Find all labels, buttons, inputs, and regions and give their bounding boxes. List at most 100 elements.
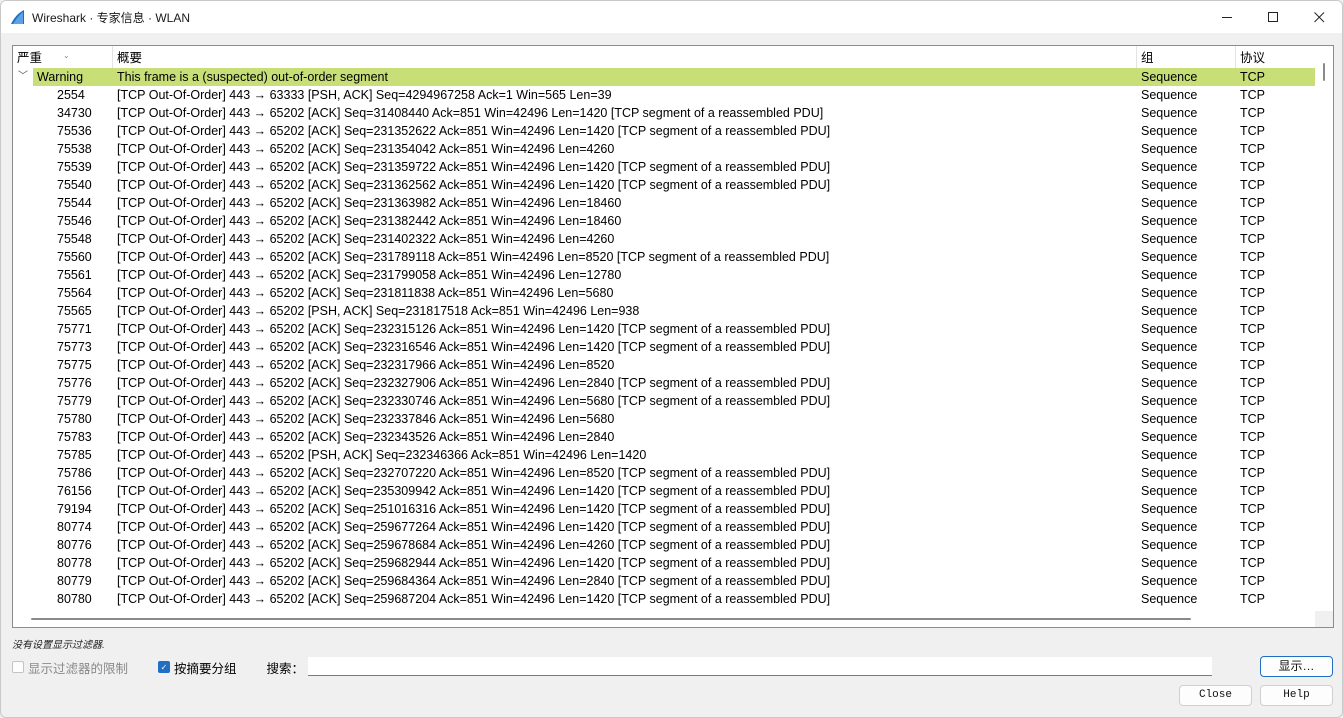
protocol-cell: TCP [1240, 286, 1265, 300]
table-row[interactable]: 75546 [TCP Out-Of-Order] 443 → 65202 [ACK… [13, 212, 1316, 230]
table-row[interactable]: 80780 [TCP Out-Of-Order] 443 → 65202 [ACK… [13, 590, 1316, 608]
table-row[interactable]: 75780 [TCP Out-Of-Order] 443 → 65202 [ACK… [13, 410, 1316, 428]
frame-number: 75539 [57, 160, 92, 174]
column-header-label: 概要 [117, 51, 143, 65]
horizontal-scrollbar-thumb[interactable] [31, 618, 1191, 620]
column-header-protocol[interactable]: 协议 [1236, 46, 1316, 68]
protocol-cell: TCP [1240, 142, 1265, 156]
frame-number-cell: 75564 [13, 284, 113, 302]
table-row[interactable]: 76156 [TCP Out-Of-Order] 443 → 65202 [ACK… [13, 482, 1316, 500]
summary-cell: [TCP Out-Of-Order] 443 → 65202 [ACK] Seq… [117, 502, 831, 516]
checkmark-icon[interactable]: ✓ [158, 661, 171, 673]
table-row[interactable]: 80778 [TCP Out-Of-Order] 443 → 65202 [ACK… [13, 554, 1316, 572]
close-button[interactable]: Close [1179, 685, 1252, 706]
close-window-button[interactable] [1296, 1, 1342, 33]
close-icon [1313, 11, 1324, 22]
protocol-cell: TCP [1240, 340, 1265, 354]
group-cell: Sequence [1141, 106, 1198, 120]
frame-number-cell: 75548 [13, 230, 113, 248]
group-cell: Sequence [1141, 502, 1198, 516]
filter-status-text: 没有设置显示过滤器. [12, 640, 105, 651]
frame-number: 75561 [57, 268, 92, 282]
table-row[interactable]: 75536 [TCP Out-Of-Order] 443 → 65202 [ACK… [13, 122, 1316, 140]
horizontal-scrollbar[interactable] [13, 611, 1316, 627]
table-row[interactable]: 75776 [TCP Out-Of-Order] 443 → 65202 [ACK… [13, 374, 1316, 392]
table-row[interactable]: 75786 [TCP Out-Of-Order] 443 → 65202 [ACK… [13, 464, 1316, 482]
frame-number: 75546 [57, 214, 92, 228]
table-row[interactable]: 34730 [TCP Out-Of-Order] 443 → 65202 [ACK… [13, 104, 1316, 122]
column-header-summary[interactable]: 概要 [113, 46, 1137, 68]
search-input[interactable] [308, 657, 1212, 676]
group-cell: Sequence [1141, 484, 1198, 498]
protocol-cell: TCP [1240, 124, 1265, 138]
summary-cell: [TCP Out-Of-Order] 443 → 65202 [ACK] Seq… [117, 520, 831, 534]
table-row[interactable]: 2554 [TCP Out-Of-Order] 443 → 63333 [PSH,… [13, 86, 1316, 104]
summary-cell: [TCP Out-Of-Order] 443 → 65202 [ACK] Seq… [117, 430, 615, 444]
table-row[interactable]: 75771 [TCP Out-Of-Order] 443 → 65202 [ACK… [13, 320, 1316, 338]
frame-number: 75544 [57, 196, 92, 210]
summary-cell: [TCP Out-Of-Order] 443 → 65202 [ACK] Seq… [117, 268, 622, 282]
show-button[interactable]: 显示… [1260, 656, 1333, 677]
summary-cell: [TCP Out-Of-Order] 443 → 65202 [ACK] Seq… [117, 106, 824, 120]
vertical-scrollbar[interactable] [1315, 46, 1333, 613]
protocol-cell: TCP [1240, 394, 1265, 408]
frame-number: 75771 [57, 322, 92, 336]
protocol-cell: TCP [1240, 502, 1265, 516]
column-header-group[interactable]: 组 [1137, 46, 1236, 68]
table-row[interactable]: 75564 [TCP Out-Of-Order] 443 → 65202 [ACK… [13, 284, 1316, 302]
tree-header: ⌄ 严重 概要 组 协议 [13, 46, 1316, 68]
group-row-warning[interactable]: ﹀ Warning This frame is a (suspected) ou… [13, 68, 1316, 86]
table-row[interactable]: 75775 [TCP Out-Of-Order] 443 → 65202 [ACK… [13, 356, 1316, 374]
frame-number-cell: 75565 [13, 302, 113, 320]
table-row[interactable]: 75544 [TCP Out-Of-Order] 443 → 65202 [ACK… [13, 194, 1316, 212]
table-row[interactable]: 75540 [TCP Out-Of-Order] 443 → 65202 [ACK… [13, 176, 1316, 194]
summary-cell: [TCP Out-Of-Order] 443 → 65202 [ACK] Seq… [117, 322, 831, 336]
group-by-summary-checkbox[interactable]: ✓ 按摘要分组 [158, 658, 237, 677]
frame-number: 79194 [57, 502, 92, 516]
help-button[interactable]: Help [1260, 685, 1333, 706]
chevron-down-icon[interactable]: ﹀ [18, 68, 28, 86]
group-cell: Sequence [1141, 466, 1198, 480]
table-row[interactable]: 75779 [TCP Out-Of-Order] 443 → 65202 [ACK… [13, 392, 1316, 410]
table-row[interactable]: 80776 [TCP Out-Of-Order] 443 → 65202 [ACK… [13, 536, 1316, 554]
expert-info-tree[interactable]: ⌄ 严重 概要 组 协议 ﹀ Warning This frame is a (… [12, 45, 1334, 628]
group-cell: Sequence [1141, 322, 1198, 336]
protocol-cell: TCP [1240, 232, 1265, 246]
column-header-severity[interactable]: ⌄ 严重 [13, 46, 113, 68]
group-cell: Sequence [1141, 214, 1198, 228]
frame-number: 75540 [57, 178, 92, 192]
frame-number: 75780 [57, 412, 92, 426]
group-cell: Sequence [1141, 430, 1198, 444]
limit-to-filter-checkbox[interactable]: 显示过滤器的限制 [12, 658, 128, 677]
frame-number-cell: 75783 [13, 428, 113, 446]
frame-number: 80774 [57, 520, 92, 534]
table-row[interactable]: 75773 [TCP Out-Of-Order] 443 → 65202 [ACK… [13, 338, 1316, 356]
vertical-scrollbar-thumb[interactable] [1323, 63, 1325, 81]
table-row[interactable]: 80779 [TCP Out-Of-Order] 443 → 65202 [ACK… [13, 572, 1316, 590]
table-row[interactable]: 75560 [TCP Out-Of-Order] 443 → 65202 [ACK… [13, 248, 1316, 266]
frame-number-cell: 75546 [13, 212, 113, 230]
maximize-button[interactable] [1250, 1, 1296, 33]
checkbox-box[interactable] [12, 661, 24, 673]
protocol-cell: TCP [1240, 430, 1265, 444]
protocol-cell: TCP [1240, 178, 1265, 192]
table-row[interactable]: 79194 [TCP Out-Of-Order] 443 → 65202 [ACK… [13, 500, 1316, 518]
table-row[interactable]: 75538 [TCP Out-Of-Order] 443 → 65202 [ACK… [13, 140, 1316, 158]
summary-cell: [TCP Out-Of-Order] 443 → 65202 [ACK] Seq… [117, 232, 615, 246]
summary-cell: [TCP Out-Of-Order] 443 → 65202 [PSH, ACK… [117, 304, 640, 318]
table-row[interactable]: 75565 [TCP Out-Of-Order] 443 → 65202 [PSH… [13, 302, 1316, 320]
table-row[interactable]: 75561 [TCP Out-Of-Order] 443 → 65202 [ACK… [13, 266, 1316, 284]
column-header-label: 协议 [1240, 51, 1266, 65]
table-row[interactable]: 75785 [TCP Out-Of-Order] 443 → 65202 [PSH… [13, 446, 1316, 464]
table-row[interactable]: 75539 [TCP Out-Of-Order] 443 → 65202 [ACK… [13, 158, 1316, 176]
minimize-button[interactable] [1204, 1, 1250, 33]
group-cell: Sequence [1141, 250, 1198, 264]
protocol-cell: TCP [1240, 448, 1265, 462]
group-cell: Sequence [1141, 268, 1198, 282]
table-row[interactable]: 80774 [TCP Out-Of-Order] 443 → 65202 [ACK… [13, 518, 1316, 536]
frame-number-cell: 75775 [13, 356, 113, 374]
summary-cell: [TCP Out-Of-Order] 443 → 65202 [ACK] Seq… [117, 376, 831, 390]
title-bar: Wireshark · 专家信息 · WLAN [1, 1, 1342, 33]
table-row[interactable]: 75548 [TCP Out-Of-Order] 443 → 65202 [ACK… [13, 230, 1316, 248]
table-row[interactable]: 75783 [TCP Out-Of-Order] 443 → 65202 [ACK… [13, 428, 1316, 446]
